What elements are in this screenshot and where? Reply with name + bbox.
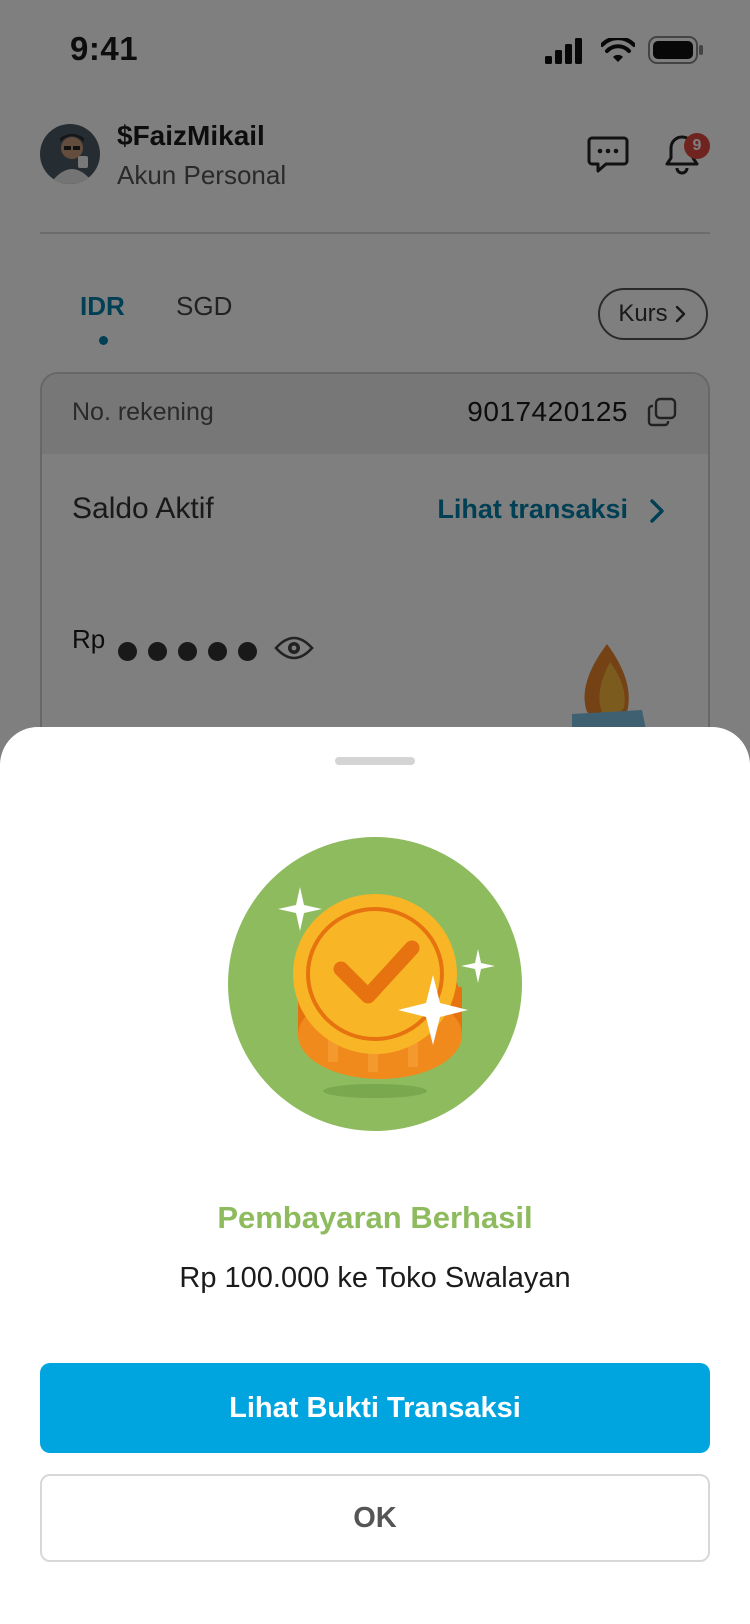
payment-success-sheet: Pembayaran Berhasil Rp 100.000 ke Toko S… <box>0 727 750 1624</box>
payment-description: Rp 100.000 ke Toko Swalayan <box>179 1262 571 1294</box>
success-title: Pembayaran Berhasil <box>217 1200 533 1235</box>
sheet-drag-handle[interactable] <box>335 757 415 765</box>
ok-button[interactable]: OK <box>40 1474 710 1562</box>
success-coin-illustration-icon <box>228 837 522 1131</box>
view-receipt-button[interactable]: Lihat Bukti Transaksi <box>40 1363 710 1453</box>
